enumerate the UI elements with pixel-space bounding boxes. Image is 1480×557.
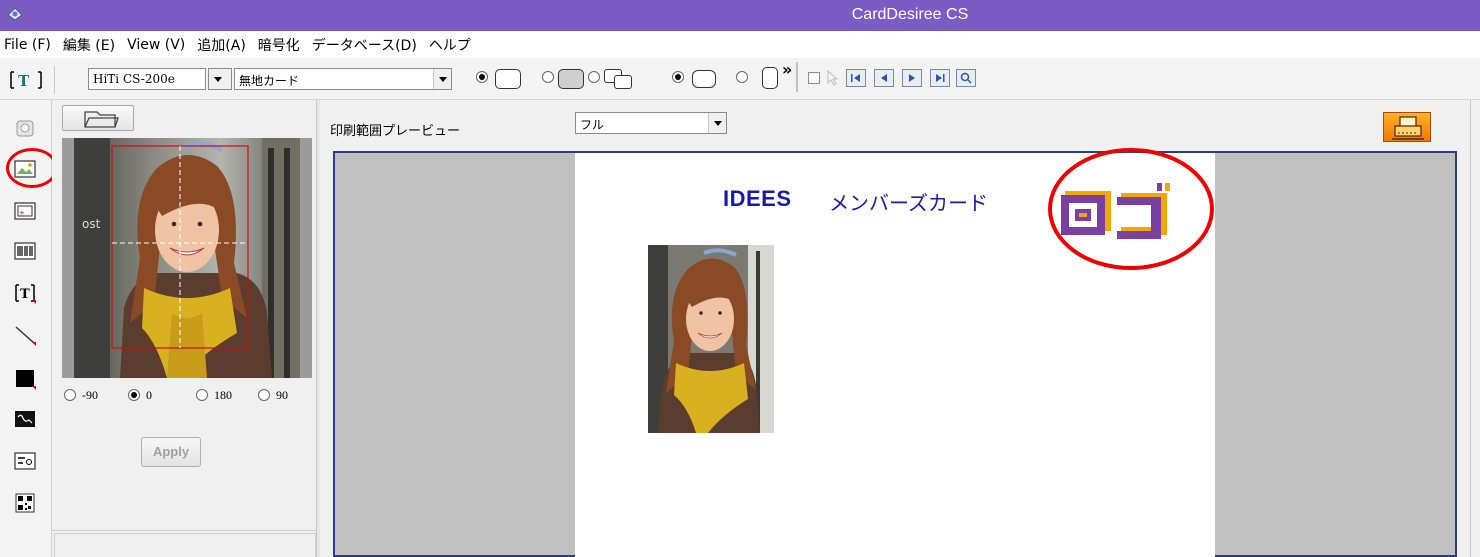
card-photo[interactable] xyxy=(648,245,774,433)
overlap-shape-icon-back xyxy=(614,75,632,89)
preview-mode-select[interactable]: フル xyxy=(575,112,727,134)
text-icon[interactable]: T xyxy=(13,282,37,304)
last-record-icon xyxy=(936,74,945,82)
landscape-card-icon[interactable] xyxy=(692,70,716,88)
preview-label: 印刷範囲プレービュー xyxy=(330,124,461,139)
card-subtitle[interactable]: メンバーズカード xyxy=(829,187,988,216)
chevron-down-icon xyxy=(708,113,726,133)
shape-overlap-radio[interactable] xyxy=(588,71,600,83)
rotate-minus90-label: -90 xyxy=(82,388,98,402)
card-type-select-value: 無地カード xyxy=(239,74,300,88)
highlight-circle xyxy=(1048,148,1214,270)
chevron-down-icon xyxy=(209,69,231,89)
menu-edit[interactable]: 編集 (E) xyxy=(63,35,115,55)
portrait-card-icon[interactable] xyxy=(762,67,778,89)
print-checkbox[interactable] xyxy=(808,72,820,84)
portrait-photo xyxy=(648,245,774,433)
rotate-90-option[interactable]: 90 xyxy=(258,388,288,403)
svg-text:T: T xyxy=(20,287,30,302)
photo-crop-area[interactable]: ost xyxy=(62,138,312,378)
print-preview-canvas: IDEES メンバーズカード ロゴ xyxy=(333,151,1457,557)
printer-select-value: HiTi CS-200e xyxy=(93,72,175,86)
right-panel-edge xyxy=(1470,100,1480,557)
line-icon[interactable] xyxy=(13,324,37,346)
rotate-0-radio[interactable] xyxy=(128,389,140,401)
text-template-icon[interactable]: T xyxy=(9,69,43,91)
shape-rounded-radio[interactable] xyxy=(476,71,488,83)
menu-view[interactable]: View (V) xyxy=(127,37,185,53)
menu-help[interactable]: ヘルプ xyxy=(429,35,471,55)
printer-icon xyxy=(1392,116,1424,140)
search-icon xyxy=(960,72,972,84)
preview-area: 印刷範囲プレービュー フル IDEES メンバーズカード ロゴ xyxy=(320,100,1470,557)
next-record-button[interactable] xyxy=(902,69,922,87)
print-button[interactable] xyxy=(1383,112,1431,142)
menu-add[interactable]: 追加(A) xyxy=(197,35,246,55)
pointer-icon xyxy=(827,69,839,86)
title-bar: CardDesiree CS xyxy=(0,0,1480,31)
next-record-icon xyxy=(909,74,915,82)
menu-file[interactable]: File (F) xyxy=(4,37,51,53)
chevron-down-icon xyxy=(433,69,451,89)
search-record-button[interactable] xyxy=(956,69,976,87)
orientation-landscape-radio[interactable] xyxy=(672,71,684,83)
barcode-icon[interactable] xyxy=(13,240,37,262)
first-record-icon xyxy=(851,74,860,82)
highlight-circle xyxy=(6,148,58,188)
toolbar-separator xyxy=(54,66,55,94)
shape-shaded-radio[interactable] xyxy=(542,71,554,83)
rotation-options: -90 0 180 90 xyxy=(62,388,312,406)
rotate-90-label: 90 xyxy=(276,388,288,402)
printer-select[interactable]: HiTi CS-200e xyxy=(88,68,206,90)
svg-text:+: + xyxy=(19,209,25,217)
portrait-photo: ost xyxy=(62,138,312,378)
shaded-rect-shape-icon[interactable] xyxy=(558,69,584,89)
rotate-0-label: 0 xyxy=(146,388,152,402)
rotate-180-option[interactable]: 180 xyxy=(196,388,232,403)
menu-encrypt[interactable]: 暗号化 xyxy=(258,35,300,55)
field-icon[interactable] xyxy=(13,450,37,472)
image-panel: ost -90 0 180 90 Apply xyxy=(52,100,316,557)
svg-text:T: T xyxy=(18,72,30,90)
frame-icon[interactable]: + xyxy=(13,200,37,222)
rotate-minus90-option[interactable]: -90 xyxy=(64,388,98,403)
toolbar: T HiTi CS-200e 無地カード » xyxy=(0,58,1480,100)
rectangle-icon[interactable] xyxy=(13,368,37,390)
card-title[interactable]: IDEES xyxy=(723,186,792,212)
orientation-portrait-radio[interactable] xyxy=(736,71,748,83)
menu-bar: File (F) 編集 (E) View (V) 追加(A) 暗号化 データベー… xyxy=(0,31,1480,58)
open-folder-button[interactable] xyxy=(62,105,134,131)
toolbar-separator xyxy=(796,62,798,92)
camera-icon[interactable] xyxy=(13,118,37,140)
last-record-button[interactable] xyxy=(930,69,950,87)
rotate-180-radio[interactable] xyxy=(196,389,208,401)
apply-button[interactable]: Apply xyxy=(141,437,201,467)
more-options-button[interactable]: » xyxy=(782,60,792,79)
rounded-rect-shape-icon[interactable] xyxy=(495,69,521,89)
svg-text:ost: ost xyxy=(82,217,101,231)
window-title: CardDesiree CS xyxy=(851,6,969,23)
rotate-90-radio[interactable] xyxy=(258,389,270,401)
folder-icon xyxy=(84,111,119,128)
card-type-select[interactable]: 無地カード xyxy=(234,68,452,90)
preview-mode-value: フル xyxy=(580,118,605,132)
first-record-button[interactable] xyxy=(846,69,866,87)
panel-divider xyxy=(52,530,316,531)
rotate-0-option[interactable]: 0 xyxy=(128,388,152,403)
signature-icon[interactable] xyxy=(13,408,37,430)
qr-code-icon[interactable] xyxy=(13,492,37,514)
menu-database[interactable]: データベース(D) xyxy=(312,35,417,55)
rotate-minus90-radio[interactable] xyxy=(64,389,76,401)
previous-record-button[interactable] xyxy=(874,69,894,87)
printer-select-dropdown[interactable] xyxy=(208,68,232,90)
previous-record-icon xyxy=(881,74,887,82)
rotate-180-label: 180 xyxy=(214,388,232,402)
panel-bottom-section xyxy=(54,533,316,557)
